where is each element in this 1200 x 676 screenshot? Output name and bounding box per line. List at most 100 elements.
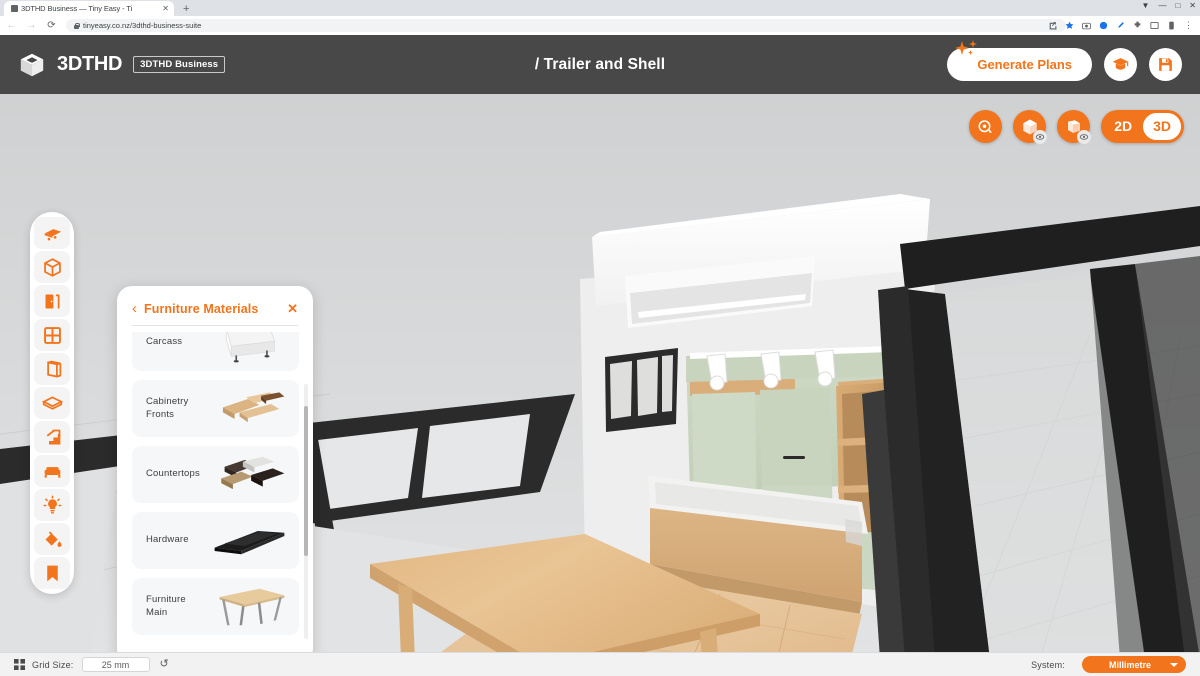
dimension-toggle[interactable]: 2D 3D xyxy=(1101,110,1184,143)
sofa-icon xyxy=(44,466,60,478)
floor-slab-icon xyxy=(41,395,63,410)
back-button[interactable]: ← xyxy=(6,20,17,31)
paint-bucket-icon xyxy=(45,531,62,547)
maximize-button[interactable]: □ xyxy=(1175,1,1180,10)
panel-header: ‹ Furniture Materials ✕ xyxy=(117,286,313,316)
list-item[interactable]: Countertops xyxy=(132,446,299,503)
brand-name: 3DTHD xyxy=(57,53,123,75)
address-bar[interactable]: tinyeasy.co.nz/3dthd-business-suite xyxy=(66,19,1066,32)
cabinet-carcass-thumb xyxy=(208,332,291,367)
minimize-button[interactable]: — xyxy=(1158,1,1166,10)
learn-button[interactable] xyxy=(1104,48,1137,81)
floppy-save-icon xyxy=(1159,58,1172,71)
breadcrumb[interactable]: / Trailer and Shell xyxy=(535,56,665,74)
sidebar-item-windows[interactable] xyxy=(34,319,70,351)
new-tab-button[interactable]: + xyxy=(183,4,189,16)
sidebar-item-materials[interactable] xyxy=(34,523,70,555)
material-label: Carcass xyxy=(146,336,183,348)
list-item[interactable]: Carcass xyxy=(132,332,299,371)
grid-size-input[interactable] xyxy=(81,657,150,672)
visibility-badge xyxy=(1033,130,1048,144)
generate-plans-button[interactable]: Generate Plans xyxy=(947,40,1092,81)
bookmark-star-icon[interactable] xyxy=(1065,21,1074,30)
browser-menu-button[interactable]: ⋮ xyxy=(1184,21,1193,30)
close-window-button[interactable]: ✕ xyxy=(1189,1,1196,10)
reload-button[interactable]: ⟳ xyxy=(46,20,57,31)
unit-system-select[interactable]: Millimetre xyxy=(1082,656,1186,673)
toggle-2d[interactable]: 2D xyxy=(1104,113,1142,140)
status-bar-right: System: Millimetre xyxy=(1031,656,1186,673)
toggle-3d[interactable]: 3D xyxy=(1143,113,1181,140)
sidepanel-icon[interactable] xyxy=(1150,21,1159,30)
tab-close-icon[interactable]: ✕ xyxy=(162,4,169,13)
cube-logo-icon xyxy=(20,53,44,76)
wood-table-thumb xyxy=(208,583,291,631)
unit-system-value: Millimetre xyxy=(1108,659,1151,670)
material-label: Cabinetry Fronts xyxy=(146,395,189,420)
share-icon[interactable] xyxy=(1048,21,1057,30)
sidebar-item-bookmarks[interactable] xyxy=(34,557,70,589)
tape-measure-icon xyxy=(978,119,992,133)
forward-button[interactable]: → xyxy=(26,20,37,31)
panel-close-button[interactable]: ✕ xyxy=(287,302,298,315)
brand-badge: 3DTHD Business xyxy=(133,56,226,73)
grid-icon xyxy=(14,659,25,670)
material-label: Hardware xyxy=(146,534,189,546)
panel-scrollbar-track[interactable] xyxy=(304,384,308,639)
browser-tab[interactable]: 3DTHD Business — Tiny Easy - Ti ✕ xyxy=(4,1,174,16)
browser-toolbar-icons: ⋮ xyxy=(1048,21,1193,30)
camera-icon[interactable] xyxy=(1082,21,1091,30)
sidebar-item-shell[interactable] xyxy=(34,251,70,283)
chevron-down-icon xyxy=(1170,662,1178,667)
circle-blue-icon[interactable] xyxy=(1099,21,1108,30)
app-root: 3DTHD 3DTHD Business / Trailer and Shell… xyxy=(0,35,1200,676)
material-label: Furniture Main xyxy=(146,593,186,618)
wall-panel-icon xyxy=(46,360,61,378)
wood-swatches-thumb xyxy=(208,385,291,433)
stone-swatches-thumb xyxy=(208,451,291,499)
sidebar-item-stairs[interactable] xyxy=(34,421,70,453)
sidebar-item-walls[interactable] xyxy=(34,353,70,385)
tab-favicon-icon xyxy=(11,5,18,12)
window-controls: ▼ — □ ✕ xyxy=(1142,1,1196,10)
left-toolbar xyxy=(30,212,74,594)
sidebar-item-furniture[interactable] xyxy=(34,455,70,487)
stairs-icon xyxy=(44,429,60,444)
panel-scrollbar-thumb[interactable] xyxy=(304,406,308,556)
generate-plans-label: Generate Plans xyxy=(977,57,1072,72)
sidebar-item-lighting[interactable] xyxy=(34,489,70,521)
viewport-tools: 2D 3D xyxy=(969,110,1184,144)
brand[interactable]: 3DTHD 3DTHD Business xyxy=(18,51,226,79)
sidebar-item-trailer[interactable] xyxy=(34,217,70,249)
eye-off-icon xyxy=(1080,134,1089,140)
list-item[interactable]: Hardware xyxy=(132,512,299,569)
3d-viewport[interactable]: 2D 3D ‹ Furniture Materials ✕ Carcass Ca… xyxy=(0,94,1200,659)
shell-hex-icon xyxy=(43,257,61,277)
header-actions: Generate Plans xyxy=(947,40,1182,81)
sidebar-item-doors[interactable] xyxy=(34,285,70,317)
graduation-cap-icon xyxy=(1112,58,1129,70)
window-icon xyxy=(43,326,61,344)
sidebar-item-floors[interactable] xyxy=(34,387,70,419)
material-list[interactable]: Carcass Cabinetry Fronts Countertops Har… xyxy=(117,332,313,653)
list-item[interactable]: Furniture Main xyxy=(132,578,299,635)
browser-toolbar: ← → ⟳ tinyeasy.co.nz/3dthd-business-suit… xyxy=(0,16,1200,35)
save-button[interactable] xyxy=(1149,48,1182,81)
panel-back-button[interactable]: ‹ xyxy=(132,301,137,316)
furniture-materials-panel: ‹ Furniture Materials ✕ Carcass Cabinetr… xyxy=(117,286,313,659)
shell-visibility-button[interactable] xyxy=(1013,110,1048,144)
box-visibility-button[interactable] xyxy=(1057,110,1092,144)
list-item[interactable]: Cabinetry Fronts xyxy=(132,380,299,437)
door-icon xyxy=(45,294,59,308)
eyedropper-icon[interactable] xyxy=(1116,21,1125,30)
panel-title: Furniture Materials xyxy=(144,301,259,316)
material-label: Countertops xyxy=(146,468,200,480)
profile-icon[interactable] xyxy=(1167,21,1176,30)
visibility-badge xyxy=(1077,130,1092,144)
reset-grid-button[interactable]: ↺ xyxy=(160,659,169,670)
browser-window: 3DTHD Business — Tiny Easy - Ti ✕ + ▼ — … xyxy=(0,0,1200,676)
extensions-icon[interactable] xyxy=(1133,21,1142,30)
lock-icon xyxy=(74,22,80,29)
measure-tool-button[interactable] xyxy=(969,110,1003,143)
profile-chevron-icon[interactable]: ▼ xyxy=(1142,1,1150,10)
